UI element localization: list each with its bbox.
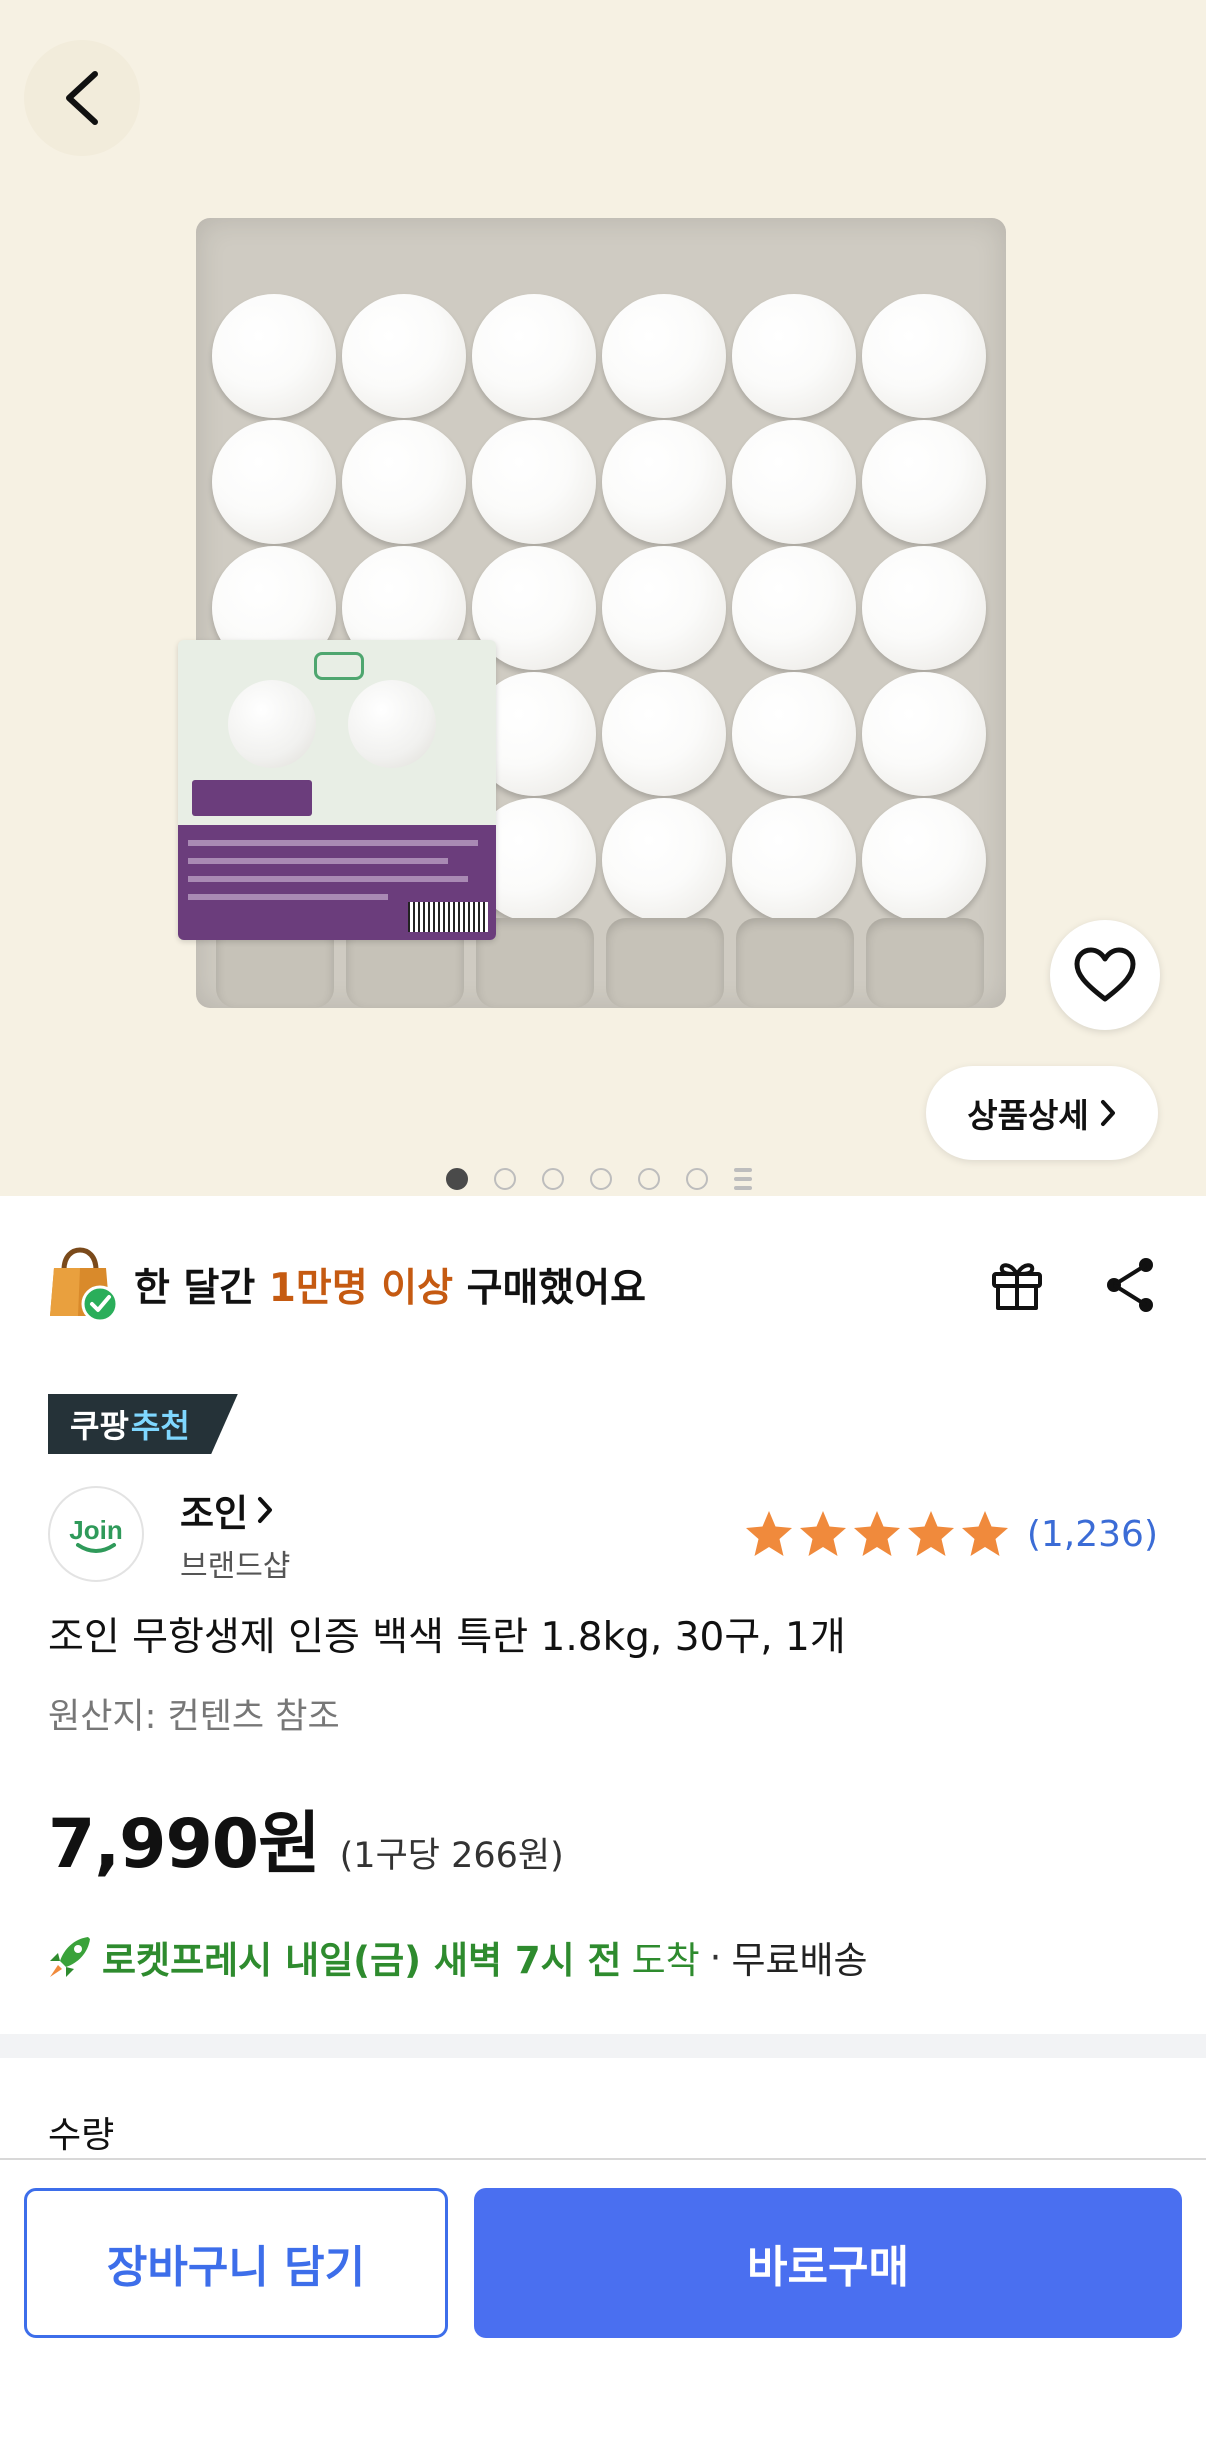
- brand-row: Join 조인 브랜드샵 (1,236): [48, 1484, 1158, 1584]
- section-divider: [0, 2034, 1206, 2058]
- star-icon: [799, 1511, 846, 1556]
- gift-icon[interactable]: [988, 1256, 1046, 1314]
- label-window-egg: [228, 680, 316, 768]
- egg: [472, 294, 596, 418]
- purchase-count-row: 한 달간 1만명 이상 구매했어요: [48, 1246, 1158, 1324]
- egg: [602, 672, 726, 796]
- chevron-right-icon: [1100, 1100, 1115, 1126]
- product-detail-button[interactable]: 상품상세: [926, 1066, 1158, 1160]
- label-line: [188, 876, 468, 882]
- egg: [212, 420, 336, 544]
- back-button[interactable]: [24, 40, 140, 156]
- egg: [862, 798, 986, 922]
- star-icon: [907, 1511, 954, 1556]
- label-line: [188, 894, 388, 900]
- egg: [602, 420, 726, 544]
- heart-icon: [1074, 947, 1136, 1002]
- star-icon: [853, 1511, 900, 1556]
- product-title: 조인 무항생제 인증 백색 특란 1.8kg, 30구, 1개: [48, 1615, 846, 1660]
- egg: [862, 294, 986, 418]
- gallery-dot[interactable]: [494, 1168, 516, 1190]
- price: 7,990원: [48, 1805, 321, 1884]
- join-logo-mark: [314, 652, 364, 680]
- shopping-bag-icon: [48, 1246, 119, 1324]
- star-icon: [961, 1511, 1008, 1556]
- tray-pocket: [866, 918, 984, 1008]
- label-line: [188, 840, 478, 846]
- delivery-info: 로켓프레시 내일(금) 새벽 7시 전 도착 · 무료배송: [44, 1930, 868, 1984]
- quantity-label: 수량: [48, 2115, 115, 2156]
- egg: [342, 294, 466, 418]
- purchase-count-text: 한 달간 1만명 이상 구매했어요: [134, 1257, 646, 1313]
- badge-part1: 쿠팡: [70, 1407, 129, 1445]
- star-icon: [745, 1511, 792, 1556]
- gallery-dot[interactable]: [686, 1168, 708, 1190]
- add-to-cart-button[interactable]: 장바구니 담기: [24, 2188, 448, 2338]
- gallery-dot[interactable]: [638, 1168, 660, 1190]
- badge-part2: 추천: [130, 1407, 190, 1445]
- brand-sub: 브랜드샵: [180, 1549, 291, 1584]
- egg: [602, 294, 726, 418]
- label-window-egg: [348, 680, 436, 768]
- tray-pocket: [606, 918, 724, 1008]
- brand-logo[interactable]: Join: [48, 1486, 144, 1582]
- gallery-dot[interactable]: [590, 1168, 612, 1190]
- more-images-icon: [734, 1168, 752, 1190]
- gallery-dot[interactable]: [446, 1168, 468, 1190]
- purchase-highlight: 1만명 이상: [268, 1266, 454, 1311]
- tray-pocket: [736, 918, 854, 1008]
- purchase-suffix: 구매했어요: [453, 1266, 647, 1311]
- purchase-prefix: 한 달간: [134, 1266, 269, 1311]
- brand-name-link[interactable]: 조인: [180, 1483, 290, 1537]
- egg: [602, 798, 726, 922]
- label-line: [188, 858, 448, 864]
- share-icon[interactable]: [1102, 1255, 1158, 1315]
- buy-now-button[interactable]: 바로구매: [474, 2188, 1182, 2338]
- product-image-gallery[interactable]: 상품상세: [0, 0, 1206, 1196]
- product-detail-label: 상품상세: [967, 1096, 1089, 1135]
- unit-price: (1구당 266원): [339, 1836, 564, 1876]
- label-title-block: [192, 780, 312, 816]
- egg: [862, 672, 986, 796]
- delivery-separator: ·: [709, 1935, 722, 1979]
- brand-name: 조인: [180, 1492, 249, 1535]
- chevron-right-icon: [258, 1497, 273, 1523]
- rocket-icon: [50, 1937, 90, 1977]
- egg: [862, 546, 986, 670]
- delivery-arrive: 도착: [631, 1939, 700, 1982]
- egg: [472, 420, 596, 544]
- brand-logo-text: Join: [69, 1515, 122, 1545]
- egg: [602, 546, 726, 670]
- egg: [732, 420, 856, 544]
- egg: [212, 294, 336, 418]
- gallery-dot[interactable]: [542, 1168, 564, 1190]
- bottom-action-bar: 장바구니 담기 바로구매: [0, 2158, 1206, 2462]
- wishlist-button[interactable]: [1050, 920, 1160, 1030]
- gallery-pagination: [446, 1168, 752, 1190]
- product-label-card: [178, 640, 496, 940]
- free-shipping: 무료배송: [731, 1939, 868, 1982]
- chevron-left-icon: [66, 71, 98, 125]
- origin-info: 원산지: 컨텐츠 참조: [48, 1697, 340, 1737]
- egg: [342, 420, 466, 544]
- egg: [732, 294, 856, 418]
- egg: [732, 546, 856, 670]
- star-rating: [743, 1509, 1011, 1559]
- review-count[interactable]: (1,236): [1027, 1514, 1158, 1555]
- rating-summary[interactable]: (1,236): [743, 1509, 1158, 1559]
- coupang-recommend-badge: 쿠팡 추천: [48, 1394, 238, 1454]
- egg: [862, 420, 986, 544]
- egg: [732, 672, 856, 796]
- delivery-main: 로켓프레시 내일(금) 새벽 7시 전: [102, 1939, 622, 1982]
- egg: [732, 798, 856, 922]
- price-row: 7,990원 (1구당 266원): [48, 1788, 564, 1887]
- barcode-icon: [408, 902, 488, 932]
